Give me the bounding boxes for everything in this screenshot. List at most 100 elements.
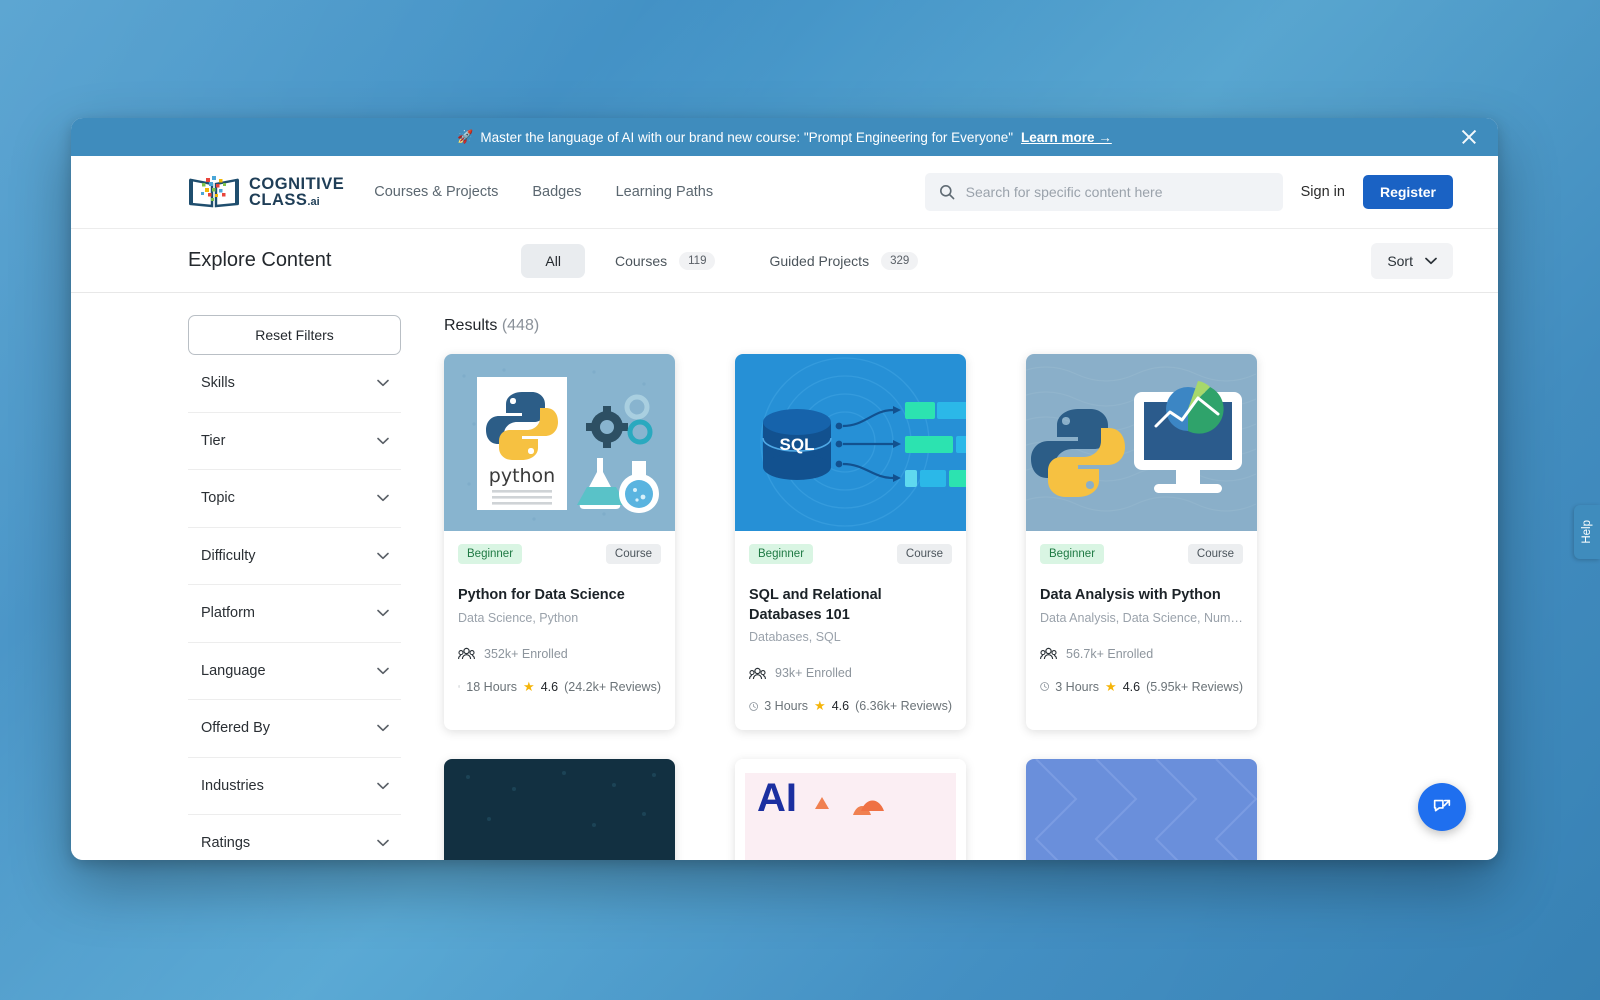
badge-type: Course bbox=[1187, 544, 1243, 564]
sort-dropdown[interactable]: Sort bbox=[1371, 242, 1453, 279]
filter-group-difficulty[interactable]: Difficulty bbox=[188, 528, 401, 585]
chevron-down-icon bbox=[377, 667, 389, 674]
periwinkle-thumb bbox=[1026, 759, 1257, 860]
nav-item-courses-projects[interactable]: Courses & Projects bbox=[374, 184, 498, 200]
filter-label-difficulty: Difficulty bbox=[201, 547, 256, 564]
card-duration: 3 Hours bbox=[764, 699, 809, 714]
card-enrolled: 93k+ Enrolled bbox=[749, 666, 952, 680]
clock-icon bbox=[749, 701, 758, 711]
filter-label-platform: Platform bbox=[201, 605, 255, 622]
sort-label: Sort bbox=[1387, 252, 1413, 269]
filter-label-language: Language bbox=[201, 662, 266, 679]
help-tab-label: Help bbox=[1581, 520, 1593, 544]
card-body: Beginner Course Python for Data Science … bbox=[444, 531, 675, 711]
filter-group-ratings[interactable]: Ratings bbox=[188, 815, 401, 860]
results-grid: python Beginner Course Python for Data S… bbox=[444, 354, 1453, 860]
filter-sidebar: Reset Filters Skills Tier Topic Difficul… bbox=[188, 293, 401, 860]
filter-label-ratings: Ratings bbox=[201, 835, 251, 852]
course-card[interactable]: AI bbox=[735, 759, 966, 860]
course-card[interactable]: Beginner Course Data Analysis with Pytho… bbox=[1026, 354, 1257, 731]
tab-guided-projects-count: 329 bbox=[881, 251, 919, 270]
svg-text:SQL: SQL bbox=[780, 435, 815, 454]
header-actions: Sign in Register bbox=[924, 173, 1453, 211]
sign-in-link[interactable]: Sign in bbox=[1301, 184, 1345, 200]
browser-window: 🚀 Master the language of AI with our bra… bbox=[71, 118, 1498, 860]
star-icon: ★ bbox=[814, 698, 826, 714]
reset-filters-button[interactable]: Reset Filters bbox=[188, 315, 401, 355]
help-tab[interactable]: Help bbox=[1574, 505, 1600, 559]
explore-toolbar: Explore Content All Courses 119 Guided P… bbox=[71, 229, 1498, 293]
tab-guided-projects-label: Guided Projects bbox=[769, 252, 870, 269]
people-icon bbox=[749, 667, 766, 679]
filter-group-topic[interactable]: Topic bbox=[188, 470, 401, 528]
close-icon[interactable] bbox=[1460, 128, 1478, 146]
ai-pink-thumb: AI bbox=[735, 759, 966, 860]
badge-level: Beginner bbox=[749, 544, 814, 564]
ai-pink-illustration: AI bbox=[735, 759, 966, 860]
filter-label-skills: Skills bbox=[201, 375, 235, 392]
svg-text:python: python bbox=[489, 465, 555, 487]
filter-label-offered-by: Offered By bbox=[201, 720, 271, 737]
card-badges: Beginner Course bbox=[458, 544, 661, 564]
svg-text:AI: AI bbox=[757, 776, 797, 820]
clock-icon bbox=[458, 685, 461, 688]
course-card[interactable]: SQL Beginner Course SQL and Relational D… bbox=[735, 354, 966, 731]
brand-line-2: CLASS.ai bbox=[249, 191, 320, 209]
filter-group-industries[interactable]: Industries bbox=[188, 758, 401, 815]
chat-launch-button[interactable] bbox=[1418, 783, 1466, 831]
chevron-down-icon bbox=[377, 552, 389, 559]
people-icon bbox=[1040, 647, 1057, 660]
search-input[interactable] bbox=[965, 184, 1269, 200]
card-footer: 18 Hours ★ 4.6 (24.2k+ Reviews) bbox=[458, 679, 661, 695]
card-tags: Data Science, Python bbox=[458, 610, 579, 625]
brand-line-1: COGNITIVE bbox=[249, 174, 345, 193]
results-header: Results (448) bbox=[444, 317, 1453, 335]
brand-logo[interactable]: COGNITIVE CLASS.ai bbox=[188, 175, 344, 209]
course-card[interactable] bbox=[444, 759, 675, 860]
announcement-bar: 🚀 Master the language of AI with our bra… bbox=[71, 118, 1498, 156]
card-badges: Beginner Course bbox=[1040, 544, 1243, 564]
card-tags: Data Analysis, Data Science, Numpy... bbox=[1040, 610, 1243, 625]
nav-item-badges[interactable]: Badges bbox=[532, 184, 581, 200]
register-button[interactable]: Register bbox=[1362, 175, 1453, 209]
card-enrolled-label: 93k+ Enrolled bbox=[775, 666, 852, 681]
course-card[interactable]: python Beginner Course Python for Data S… bbox=[444, 354, 675, 731]
filter-label-topic: Topic bbox=[201, 490, 235, 507]
chevron-down-icon bbox=[377, 724, 389, 732]
filter-group-platform[interactable]: Platform bbox=[188, 585, 401, 643]
tab-courses[interactable]: Courses 119 bbox=[591, 243, 739, 279]
tab-all[interactable]: All bbox=[521, 243, 585, 278]
card-reviews: (5.95k+ Reviews) bbox=[1146, 679, 1243, 694]
filter-group-language[interactable]: Language bbox=[188, 643, 401, 700]
learn-more-link[interactable]: Learn more → bbox=[1021, 130, 1112, 145]
nav-item-learning-paths[interactable]: Learning Paths bbox=[616, 184, 714, 200]
search-box[interactable] bbox=[924, 173, 1283, 211]
content-area: Reset Filters Skills Tier Topic Difficul… bbox=[71, 293, 1498, 860]
badge-type: Course bbox=[896, 544, 952, 564]
filter-group-skills[interactable]: Skills bbox=[188, 355, 401, 413]
filter-group-tier[interactable]: Tier bbox=[188, 413, 401, 470]
cognitive-class-book-icon bbox=[189, 176, 239, 208]
dark-navy-thumb bbox=[444, 759, 675, 860]
tab-guided-projects[interactable]: Guided Projects 329 bbox=[745, 243, 942, 279]
data-analysis-python-thumb bbox=[1026, 354, 1257, 531]
star-icon: ★ bbox=[523, 678, 535, 694]
course-card[interactable] bbox=[1026, 759, 1257, 860]
people-icon bbox=[458, 647, 475, 660]
card-reviews: (6.36k+ Reviews) bbox=[855, 699, 952, 714]
announcement-text: Master the language of AI with our brand… bbox=[480, 129, 1014, 145]
chat-launch-icon bbox=[1433, 799, 1451, 812]
search-icon bbox=[939, 185, 955, 200]
filter-group-offered-by[interactable]: Offered By bbox=[188, 700, 401, 758]
filter-tabs: All Courses 119 Guided Projects 329 bbox=[521, 243, 942, 279]
data-analysis-python-illustration bbox=[1026, 354, 1257, 531]
card-enrolled-label: 352k+ Enrolled bbox=[484, 646, 568, 661]
chevron-down-icon bbox=[377, 839, 389, 847]
card-rating: 4.6 bbox=[831, 699, 850, 714]
python-data-science-illustration: python bbox=[444, 354, 675, 531]
results-count: (448) bbox=[501, 317, 540, 334]
card-enrolled: 352k+ Enrolled bbox=[458, 647, 661, 661]
card-duration: 18 Hours bbox=[466, 679, 518, 694]
tab-courses-label: Courses bbox=[614, 252, 668, 269]
card-footer: 3 Hours ★ 4.6 (6.36k+ Reviews) bbox=[749, 698, 952, 714]
